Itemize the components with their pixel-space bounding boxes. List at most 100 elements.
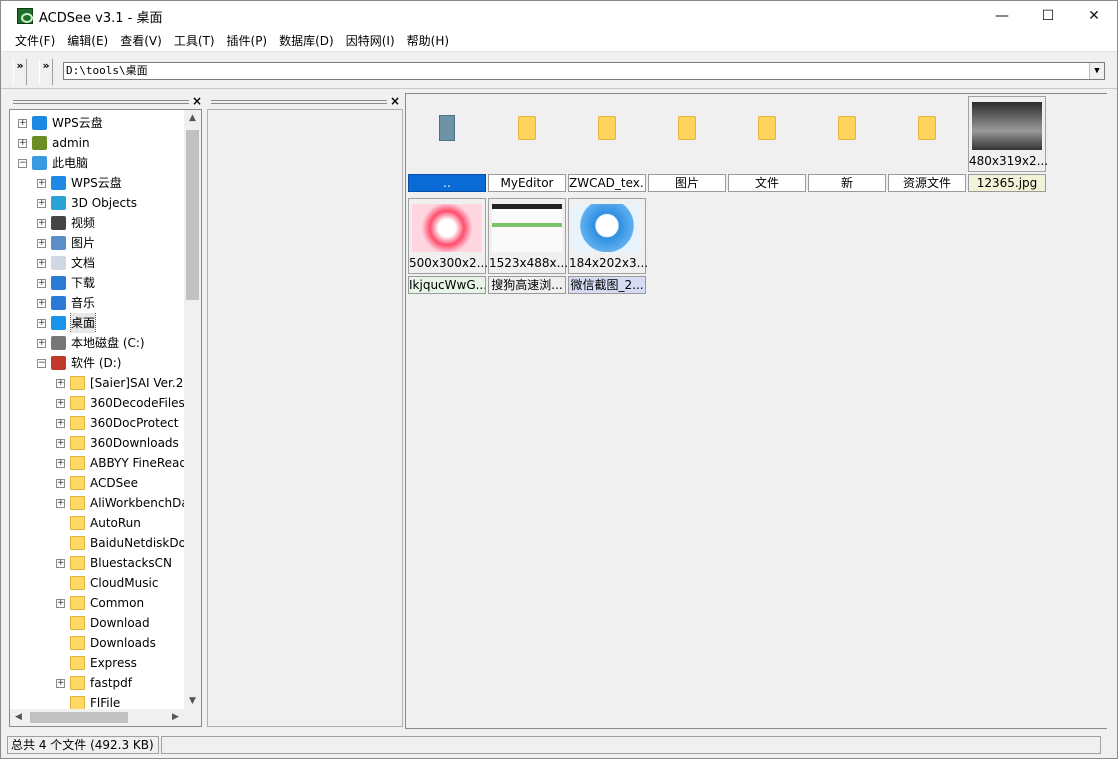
tree-expander-icon[interactable]: + — [37, 219, 46, 228]
tree-item[interactable]: + fastpdf — [10, 673, 184, 693]
folder-thumbnail[interactable] — [888, 96, 966, 172]
tree-item[interactable]: + 本地磁盘 (C:) — [10, 333, 184, 353]
tree-item[interactable]: + 文档 — [10, 253, 184, 273]
tree-item[interactable]: + ABBYY FineReader — [10, 453, 184, 473]
scroll-left-icon[interactable]: ◀ — [10, 709, 27, 726]
tree-horizontal-scrollbar[interactable]: ◀ ▶ — [10, 709, 201, 726]
image-thumbnail[interactable]: 1523x488x... — [488, 198, 567, 274]
tree-item[interactable]: + 视频 — [10, 213, 184, 233]
tree-expander-icon[interactable]: + — [37, 239, 46, 248]
tree-expander-icon[interactable]: + — [37, 339, 46, 348]
image-thumbnail[interactable]: 184x202x3... — [568, 198, 647, 274]
tree-expander-icon[interactable]: + — [56, 419, 65, 428]
folder-thumbnail[interactable] — [728, 96, 806, 172]
close-button[interactable]: ✕ — [1071, 1, 1117, 31]
toolbar-chevron-button[interactable]: » — [13, 59, 27, 85]
tree-item[interactable]: + WPS云盘 — [10, 173, 184, 193]
image-thumbnail[interactable]: 480x319x2... — [968, 96, 1047, 172]
file-caption[interactable]: 12365.jpg — [968, 174, 1046, 192]
tree-item[interactable]: + 桌面 — [10, 313, 184, 333]
tree-expander-icon[interactable]: + — [37, 179, 46, 188]
tree-item[interactable]: + 音乐 — [10, 293, 184, 313]
tree-expander-icon[interactable]: + — [37, 279, 46, 288]
file-caption[interactable]: 新 — [808, 174, 886, 192]
tree-item[interactable]: +360DecodeFiles — [10, 393, 184, 413]
file-caption[interactable]: 资源文件 — [888, 174, 966, 192]
file-caption[interactable]: .. — [408, 174, 486, 192]
tree-expander-icon[interactable]: + — [56, 379, 65, 388]
scroll-down-icon[interactable]: ▼ — [184, 693, 201, 710]
tree-vertical-scrollbar[interactable]: ▲ ▼ — [184, 110, 201, 710]
address-dropdown-button[interactable]: ▼ — [1089, 63, 1104, 79]
tree-pane-grip[interactable] — [13, 100, 189, 104]
file-caption[interactable]: ZWCAD_tex... — [568, 174, 646, 192]
scroll-up-icon[interactable]: ▲ — [184, 110, 201, 127]
tree-expander-icon[interactable]: + — [37, 319, 46, 328]
scroll-right-icon[interactable]: ▶ — [167, 709, 184, 726]
tree-item[interactable]: +360DocProtect — [10, 413, 184, 433]
minimize-button[interactable]: — — [979, 1, 1025, 31]
tree-expander-icon[interactable]: + — [56, 399, 65, 408]
tree-item[interactable]: + ACDSee — [10, 473, 184, 493]
file-list-pane[interactable]: .. MyEditor ZWCAD_tex... 图片 文件新资源文件 480x319x2… — [405, 93, 1107, 729]
menu-plugins[interactable]: 插件(P) — [221, 31, 274, 52]
acdsee-app-icon[interactable] — [17, 8, 33, 24]
tree-item[interactable]: + AliWorkbenchData — [10, 493, 184, 513]
folder-thumbnail[interactable] — [648, 96, 726, 172]
tree-item[interactable]: +3D Objects — [10, 193, 184, 213]
menu-internet[interactable]: 因特网(I) — [340, 31, 401, 52]
tree-item[interactable]: − 软件 (D:) — [10, 353, 184, 373]
file-caption[interactable]: 文件 — [728, 174, 806, 192]
tree-expander-icon[interactable]: + — [18, 139, 27, 148]
tree-item[interactable]: + WPS云盘 — [10, 113, 184, 133]
tree-item[interactable]: +360Downloads — [10, 433, 184, 453]
menu-view[interactable]: 查看(V) — [114, 31, 168, 52]
parent-folder-thumbnail[interactable] — [408, 96, 486, 172]
tree-expander-icon[interactable]: − — [37, 359, 46, 368]
tree-expander-icon[interactable]: + — [18, 119, 27, 128]
tree-expander-icon[interactable]: + — [56, 679, 65, 688]
menu-tools[interactable]: 工具(T) — [168, 31, 221, 52]
tree-scroll-thumb[interactable] — [186, 130, 199, 300]
tree-expander-icon[interactable]: + — [56, 479, 65, 488]
tree-item[interactable]: + BluestacksCN — [10, 553, 184, 573]
file-list-scrollbar[interactable] — [1107, 93, 1117, 729]
tree-item[interactable]: + admin — [10, 133, 184, 153]
folder-tree[interactable]: + WPS云盘 + admin − 此电脑 + WPS云盘 +3D Objects + 视频 + 图片 +… — [9, 109, 202, 727]
tree-item[interactable]: BaiduNetdiskDownload — [10, 533, 184, 553]
maximize-button[interactable]: ☐ — [1025, 1, 1071, 31]
tree-expander-icon[interactable]: + — [37, 259, 46, 268]
tree-expander-icon[interactable]: + — [56, 459, 65, 468]
tree-expander-icon[interactable]: − — [18, 159, 27, 168]
address-field[interactable]: D:\tools\桌面 ▼ — [63, 62, 1105, 80]
menu-database[interactable]: 数据库(D) — [273, 31, 340, 52]
file-caption[interactable]: MyEditor — [488, 174, 566, 192]
file-caption[interactable]: IkjqucWwG... — [408, 276, 486, 294]
folder-thumbnail[interactable] — [568, 96, 646, 172]
file-caption[interactable]: 搜狗高速浏... — [488, 276, 566, 294]
tree-item[interactable]: + 图片 — [10, 233, 184, 253]
menu-edit[interactable]: 编辑(E) — [61, 31, 114, 52]
tree-item[interactable]: + [Saier]SAI Ver.2 — [10, 373, 184, 393]
tree-expander-icon[interactable]: + — [56, 499, 65, 508]
tree-item[interactable]: Express — [10, 653, 184, 673]
folder-thumbnail[interactable] — [808, 96, 886, 172]
tree-item[interactable]: Download — [10, 613, 184, 633]
tree-hscroll-thumb[interactable] — [30, 712, 128, 723]
tree-item[interactable]: + Common — [10, 593, 184, 613]
tree-expander-icon[interactable]: + — [37, 299, 46, 308]
folder-thumbnail[interactable] — [488, 96, 566, 172]
tree-expander-icon[interactable]: + — [56, 439, 65, 448]
file-caption[interactable]: 微信截图_2... — [568, 276, 646, 294]
menu-file[interactable]: 文件(F) — [9, 31, 61, 52]
file-caption[interactable]: 图片 — [648, 174, 726, 192]
image-thumbnail[interactable]: 500x300x2... — [408, 198, 487, 274]
tree-item[interactable]: CloudMusic — [10, 573, 184, 593]
preview-pane-grip[interactable] — [211, 100, 387, 104]
address-chevron-button[interactable]: » — [39, 59, 53, 85]
preview-pane-close-button[interactable]: × — [390, 94, 400, 108]
tree-expander-icon[interactable]: + — [37, 199, 46, 208]
tree-expander-icon[interactable]: + — [56, 559, 65, 568]
tree-item[interactable]: Downloads — [10, 633, 184, 653]
tree-pane-close-button[interactable]: × — [192, 94, 202, 108]
